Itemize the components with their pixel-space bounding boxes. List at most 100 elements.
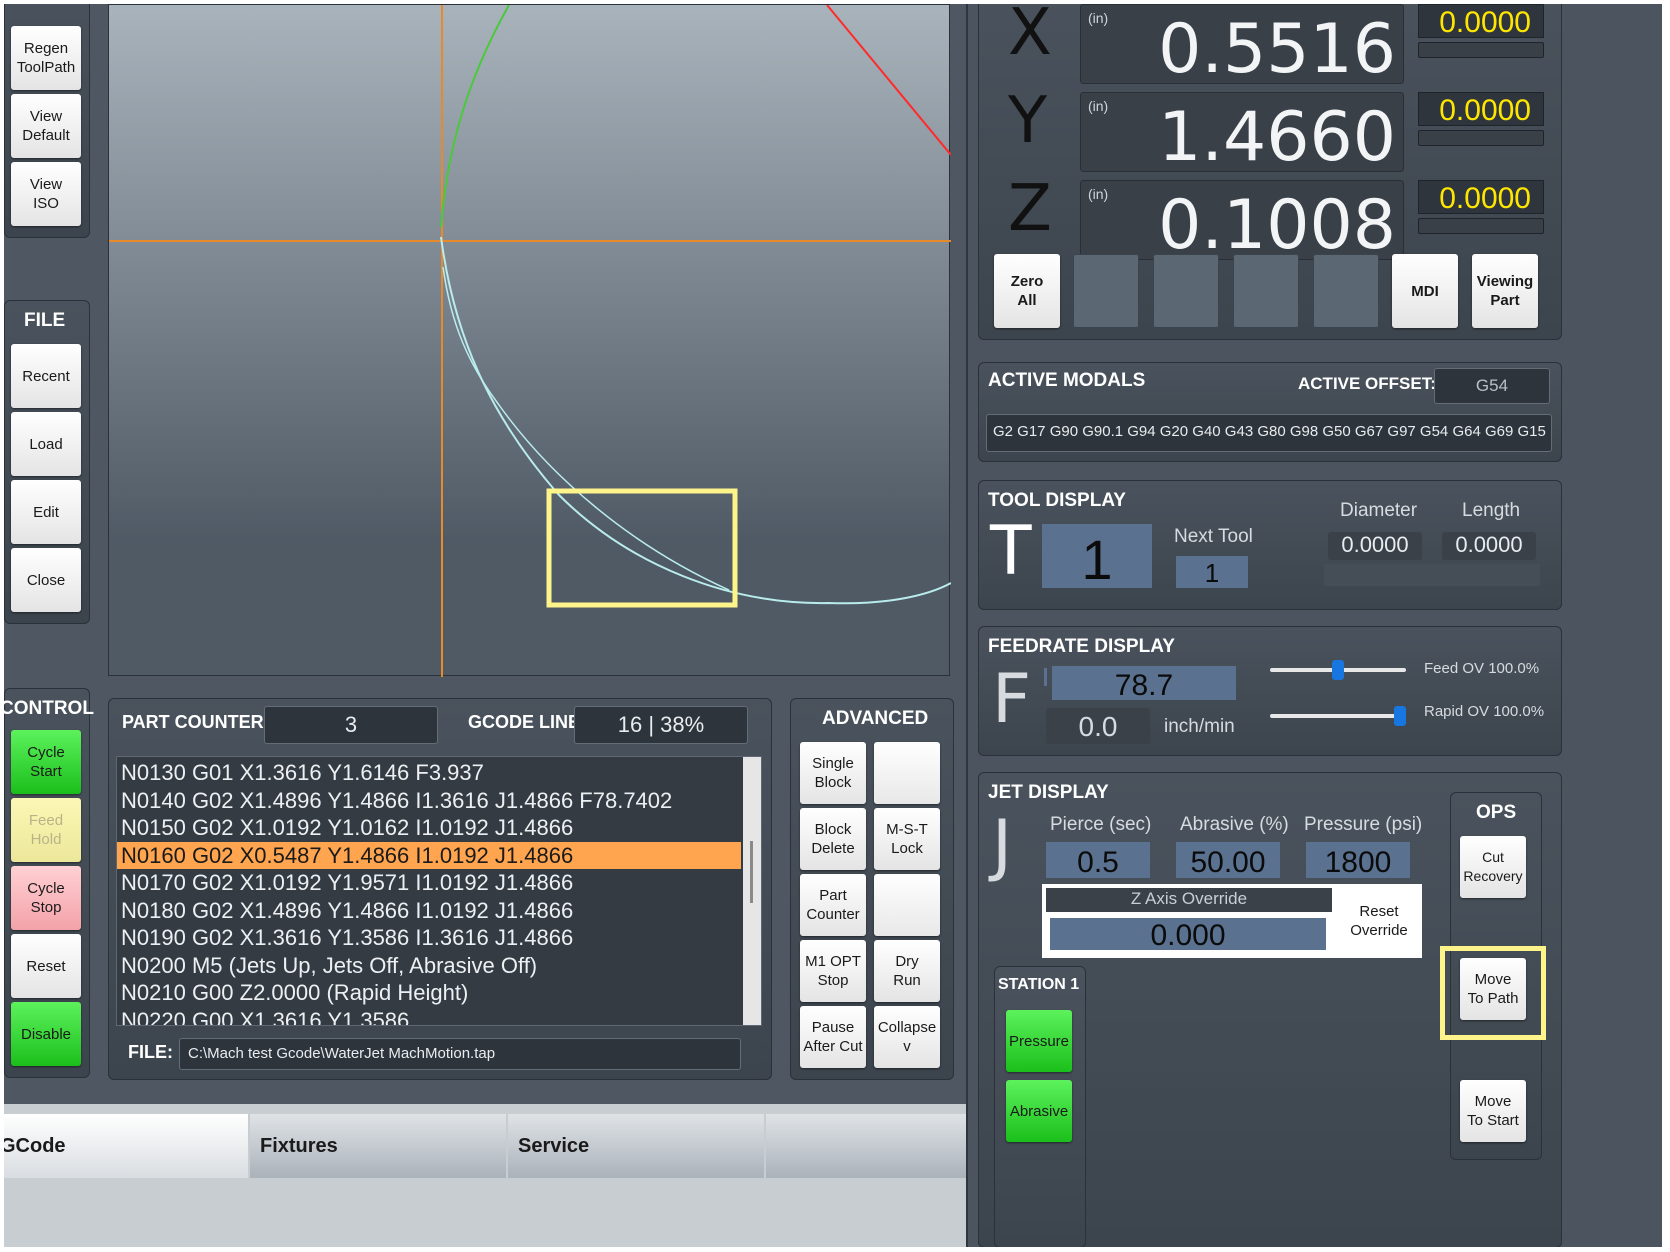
rapid-ov-label: Rapid OV 100.0% (1424, 703, 1545, 720)
toolpath-canvas (109, 5, 951, 677)
load-button[interactable]: Load (11, 412, 81, 476)
m1-opt-stop-button[interactable]: M1 OPT Stop (800, 940, 866, 1002)
tab-fixtures[interactable]: Fixtures (250, 1114, 506, 1178)
gcode-line[interactable]: N0150 G02 X1.0192 Y1.0162 I1.0192 J1.486… (117, 814, 741, 842)
length-label: Length (1462, 500, 1521, 521)
gcode-line[interactable]: N0190 G02 X1.3616 Y1.3586 I1.3616 J1.486… (117, 924, 741, 952)
view-iso-button[interactable]: View ISO (11, 162, 81, 226)
gcode-line[interactable]: N0180 G02 X1.4896 Y1.4866 I1.0192 J1.486… (117, 897, 741, 925)
edit-button[interactable]: Edit (11, 480, 81, 544)
tab-gcode[interactable]: GCode (4, 1114, 248, 1178)
ops-title: OPS (1476, 802, 1517, 823)
tool-display-title: TOOL DISPLAY (988, 490, 1126, 511)
move-to-path-button[interactable]: Move To Path (1460, 958, 1526, 1020)
advanced-blank-button-1[interactable] (874, 742, 940, 804)
tab-service[interactable]: Service (508, 1114, 764, 1178)
rapid-ov-thumb[interactable] (1394, 706, 1406, 726)
pierce-field: 0.5 (1046, 842, 1150, 879)
abrasive-field: 50.00 (1176, 842, 1280, 879)
gcode-line[interactable]: N0200 M5 (Jets Up, Jets Off, Abrasive Of… (117, 952, 741, 980)
gcode-listing[interactable]: N0130 G01 X1.3616 Y1.6146 F3.937 N0140 G0… (116, 756, 762, 1026)
jet-display-title: JET DISPLAY (988, 782, 1109, 803)
part-counter-button[interactable]: Part Counter (800, 874, 866, 936)
tool-letter: T (990, 512, 1032, 591)
feed-ov-slider[interactable] (1270, 658, 1406, 682)
file-path-field: C:\Mach test Gcode\WaterJet MachMotion.t… (179, 1038, 741, 1070)
feedrate-field-marker (1044, 668, 1047, 686)
dro-y-letter: Y (1008, 84, 1048, 158)
reset-override-button[interactable]: Reset Override (1342, 890, 1416, 952)
dro-z-letter: Z (1008, 172, 1052, 246)
toolpath-cut-arc-inner (442, 266, 730, 591)
pressure-button[interactable]: Pressure (1006, 1010, 1072, 1072)
part-counter-field: 3 (264, 706, 438, 744)
active-modals-title: ACTIVE MODALS (988, 370, 1146, 391)
collapse-button[interactable]: Collapse v (874, 1006, 940, 1068)
feed-unit-label: inch/min (1164, 716, 1235, 737)
feed-ov-thumb[interactable] (1332, 660, 1344, 680)
gcode-line[interactable]: N0220 G00 X1.3616 Y1.3586 (117, 1007, 741, 1026)
dry-run-button[interactable]: Dry Run (874, 940, 940, 1002)
active-offset-label: ACTIVE OFFSET: (1298, 374, 1436, 393)
cycle-stop-button[interactable]: Cycle Stop (11, 866, 81, 930)
dro-x-letter: X (1008, 4, 1052, 70)
actual-feed-field: 0.0 (1046, 708, 1150, 744)
dro-z-offset[interactable]: 0.0000 (1418, 180, 1544, 215)
gcode-lines-container: N0130 G01 X1.3616 Y1.6146 F3.937 N0140 G0… (117, 759, 741, 1026)
abrasive-button[interactable]: Abrasive (1006, 1080, 1072, 1142)
dro-z-offset-bar (1418, 218, 1544, 234)
part-counter-label: PART COUNTER: (122, 712, 270, 732)
view-default-button[interactable]: View Default (11, 94, 81, 158)
mst-lock-button[interactable]: M-S-T Lock (874, 808, 940, 870)
gcode-scrollbar[interactable] (743, 757, 761, 1025)
dro-y-offset[interactable]: 0.0000 (1418, 92, 1544, 127)
viewing-part-button[interactable]: Viewing Part (1472, 254, 1538, 328)
advanced-blank-button-2[interactable] (874, 874, 940, 936)
feedrate-display-title: FEEDRATE DISPLAY (988, 636, 1175, 657)
pressure-field: 1800 (1306, 842, 1410, 879)
mdi-button[interactable]: MDI (1392, 254, 1458, 328)
pressure-label: Pressure (psi) (1304, 814, 1423, 835)
dro-blank-button-1[interactable] (1073, 254, 1139, 328)
move-to-start-button[interactable]: Move To Start (1460, 1080, 1526, 1142)
reset-button[interactable]: Reset (11, 934, 81, 998)
file-path-label: FILE: (128, 1042, 173, 1062)
gcode-line[interactable]: N0210 G00 Z2.0000 (Rapid Height) (117, 979, 741, 1007)
toolpath-green-arc (440, 5, 510, 228)
gcode-line[interactable]: N0130 G01 X1.3616 Y1.6146 F3.937 (117, 759, 741, 787)
dro-x-offset-bar (1418, 42, 1544, 58)
close-button[interactable]: Close (11, 548, 81, 612)
gcode-line-field: 16 | 38% (574, 706, 748, 744)
z-override-label: Z Axis Override (1046, 888, 1332, 912)
block-delete-button[interactable]: Block Delete (800, 808, 866, 870)
pause-after-cut-button[interactable]: Pause After Cut (800, 1006, 866, 1068)
jet-letter: J (992, 806, 1013, 885)
feedrate-field: 78.7 (1052, 666, 1236, 702)
gcode-line[interactable]: N0170 G02 X1.0192 Y1.9571 I1.0192 J1.486… (117, 869, 741, 897)
feed-hold-button[interactable]: Feed Hold (11, 798, 81, 862)
recent-button[interactable]: Recent (11, 344, 81, 408)
dro-blank-button-4[interactable] (1313, 254, 1379, 328)
viewport-highlight-box (546, 488, 738, 608)
dro-y-value: 1.4660 (1158, 98, 1396, 177)
diameter-label: Diameter (1340, 500, 1418, 521)
gcode-scrollbar-thumb[interactable] (750, 841, 753, 903)
dro-blank-button-3[interactable] (1233, 254, 1299, 328)
disable-button[interactable]: Disable (11, 1002, 81, 1066)
regen-toolpath-button[interactable]: Regen ToolPath (11, 26, 81, 90)
gcode-line-active[interactable]: N0160 G02 X0.5487 Y1.4866 I1.0192 J1.486… (117, 841, 741, 869)
dro-blank-button-2[interactable] (1153, 254, 1219, 328)
cut-recovery-button[interactable]: Cut Recovery (1460, 836, 1526, 898)
toolpath-red-line (826, 5, 951, 156)
rapid-ov-slider[interactable] (1270, 704, 1406, 728)
toolpath-viewport[interactable] (108, 4, 951, 677)
control-panel-title: CONTROL (4, 698, 94, 719)
cycle-start-button[interactable]: Cycle Start (11, 730, 81, 794)
gcode-line[interactable]: N0140 G02 X1.4896 Y1.4866 I1.3616 J1.486… (117, 787, 741, 815)
feed-ov-label: Feed OV 100.0% (1424, 660, 1540, 677)
advanced-panel-title: ADVANCED (822, 708, 929, 729)
zero-all-button[interactable]: Zero All (994, 254, 1060, 328)
dro-x-offset[interactable]: 0.0000 (1418, 4, 1544, 39)
next-tool-field: 1 (1176, 556, 1248, 588)
single-block-button[interactable]: Single Block (800, 742, 866, 804)
